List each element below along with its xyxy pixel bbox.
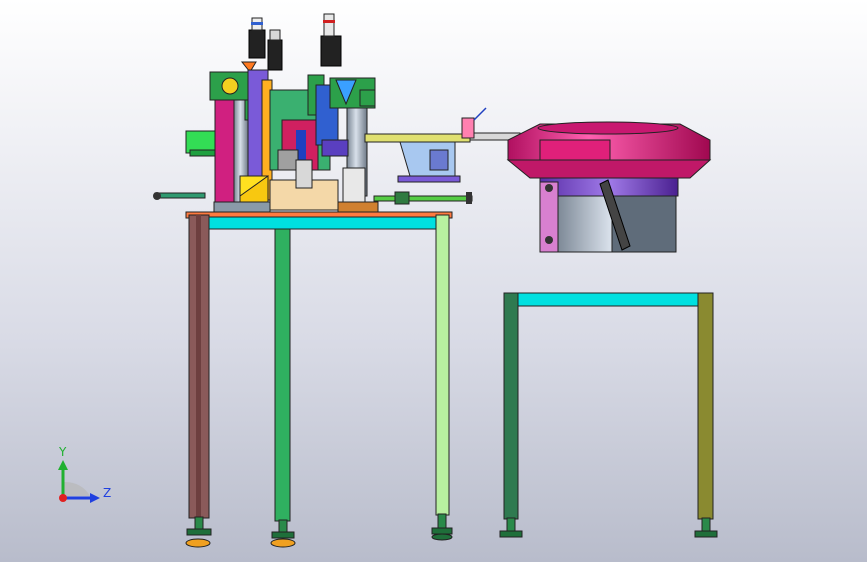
leg-center <box>274 228 291 522</box>
axis-triad: Y Z <box>58 445 111 503</box>
left-column <box>214 99 236 209</box>
left-adjust-rod <box>154 192 206 199</box>
y-axis-label: Y <box>58 445 67 459</box>
linear-feed-track <box>364 107 521 183</box>
stand-leg-left <box>503 292 519 520</box>
assembly-drawing[interactable]: Y Z <box>0 0 867 562</box>
z-axis-label: Z <box>103 486 111 500</box>
feed-sensor <box>461 117 475 139</box>
bowl-stand-frame <box>499 292 718 538</box>
stand-leg-right <box>697 292 714 520</box>
cad-viewport[interactable]: Y Z <box>0 0 867 562</box>
stand-top-rail <box>503 292 714 307</box>
leg-right <box>435 214 450 516</box>
x-axis-dot <box>59 494 67 502</box>
leg-left-shade <box>196 215 201 518</box>
top-actuator-right <box>320 35 342 67</box>
top-actuator-left <box>248 29 266 59</box>
leveling-feet <box>185 513 453 548</box>
vibratory-bowl-feeder <box>506 121 712 253</box>
table-top-rail <box>204 216 438 230</box>
feed-rail <box>364 133 471 143</box>
main-table-frame <box>185 211 453 548</box>
ejector-rod <box>373 195 473 202</box>
